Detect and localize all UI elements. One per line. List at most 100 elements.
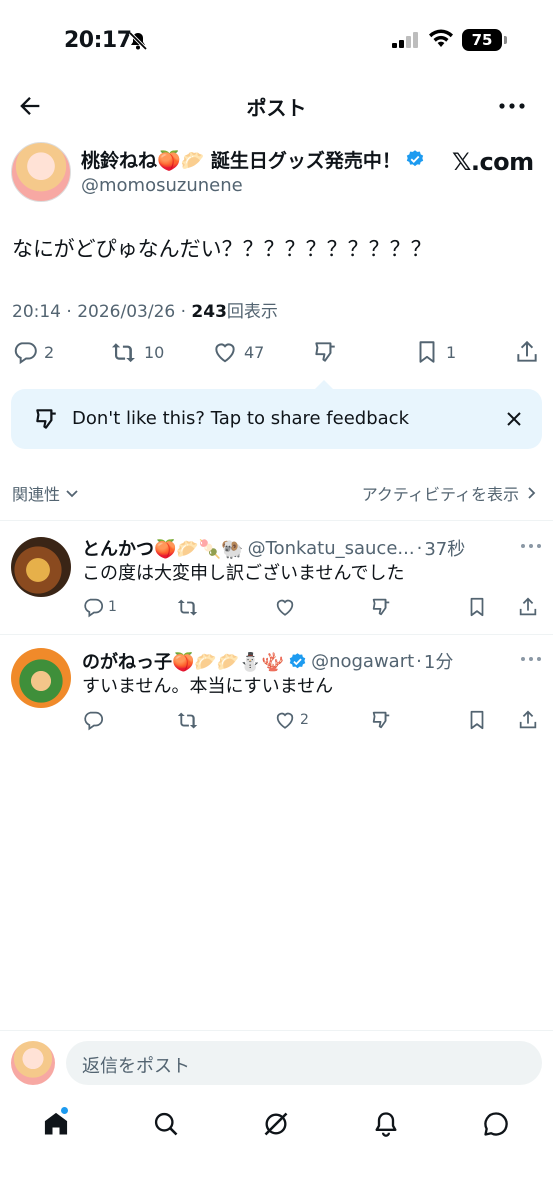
reply-display-name[interactable]: とんかつ🍑🥟🍡🐏 <box>82 535 244 561</box>
silent-mode-icon <box>128 31 148 51</box>
post-date[interactable]: 2026/03/26 <box>77 302 175 322</box>
nav-messages[interactable] <box>482 1110 512 1140</box>
share-icon <box>519 710 537 729</box>
cellular-signal-icon <box>392 32 420 48</box>
grok-icon <box>264 1112 288 1136</box>
bookmark-button[interactable] <box>466 709 488 731</box>
battery-level: 75 <box>462 29 502 51</box>
more-icon <box>499 103 525 109</box>
reply-icon <box>14 342 37 365</box>
more-icon <box>521 657 541 661</box>
nav-grok[interactable] <box>262 1110 292 1140</box>
verified-badge-icon <box>406 150 424 167</box>
activity-label: アクティビティを表示 <box>361 485 519 504</box>
post-time[interactable]: 20:14 <box>12 302 61 322</box>
bookmark-icon <box>470 597 484 617</box>
reply-avatar[interactable] <box>11 648 71 708</box>
sort-label: 関連性 <box>12 485 61 504</box>
repost-button[interactable] <box>176 596 200 618</box>
more-button[interactable] <box>498 96 528 116</box>
share-button[interactable] <box>514 339 540 365</box>
bookmark-button[interactable]: 1 <box>414 339 456 365</box>
repost-button[interactable] <box>176 709 200 731</box>
reply-text: すいません。本当にすいません <box>82 676 334 697</box>
like-button[interactable]: 47 <box>212 339 264 365</box>
repost-icon <box>177 712 198 729</box>
reply-input[interactable]: 返信をポスト <box>66 1041 542 1085</box>
reply-display-name[interactable]: のがねっ子🍑🥟🥟⛄🪸 <box>82 648 284 674</box>
like-count: 2 <box>300 712 309 728</box>
more-icon <box>521 544 541 548</box>
reply-handle[interactable]: @Tonkatu_sauce... <box>248 538 415 559</box>
battery-nub <box>504 36 507 44</box>
like-button[interactable] <box>274 596 296 618</box>
like-icon <box>276 712 294 729</box>
share-button[interactable] <box>517 596 539 618</box>
verified-badge-icon <box>289 652 306 668</box>
dislike-icon <box>372 711 390 729</box>
current-user-avatar <box>11 1041 55 1085</box>
reply-time: 1分 <box>423 652 454 673</box>
repost-icon <box>111 343 135 363</box>
reply-button[interactable] <box>82 709 104 731</box>
post-meta: 20:14 · 2026/03/26 · 243回表示 <box>12 302 278 322</box>
search-icon <box>154 1112 178 1136</box>
chevron-right-icon <box>528 487 536 499</box>
like-icon <box>215 343 235 363</box>
dislike-button[interactable] <box>370 596 392 618</box>
divider <box>0 520 553 521</box>
author-handle[interactable]: @momosuzunene <box>81 175 243 196</box>
feedback-text[interactable]: Don't like this? Tap to share feedback <box>72 408 409 429</box>
messages-icon <box>484 1112 508 1136</box>
view-label: 回表示 <box>226 302 278 322</box>
dislike-icon <box>372 598 390 616</box>
notifications-icon <box>375 1112 397 1137</box>
reply-handle[interactable]: @nogawart <box>311 651 414 672</box>
nav-search[interactable] <box>152 1110 182 1140</box>
reply-avatar[interactable] <box>11 537 71 597</box>
status-time: 20:17 <box>64 28 132 53</box>
divider <box>0 634 553 635</box>
close-icon <box>507 412 521 426</box>
author-name-row[interactable]: 桃鈴ねね🍑🥟 誕生日グッズ発売中！ <box>81 146 425 172</box>
reply-more-button[interactable] <box>520 655 542 663</box>
nav-home[interactable] <box>42 1110 72 1140</box>
sort-dropdown[interactable]: 関連性 <box>12 481 80 505</box>
reply-icon <box>84 711 104 731</box>
reply-button[interactable]: 2 <box>12 339 54 365</box>
bookmark-icon <box>470 710 484 730</box>
reply-count: 1 <box>108 599 117 615</box>
dislike-icon <box>32 406 60 432</box>
dislike-button[interactable] <box>312 339 338 365</box>
repost-icon <box>177 599 198 616</box>
brand-logo: 𝕏.com <box>452 148 534 176</box>
like-button[interactable]: 2 <box>274 709 309 731</box>
reply-text: この度は大変申し訳ございませんでした <box>82 563 405 584</box>
repost-button[interactable]: 10 <box>110 339 164 365</box>
bookmark-count: 1 <box>446 342 457 362</box>
share-icon <box>517 340 537 362</box>
dislike-icon <box>315 342 335 362</box>
nav-notifications[interactable] <box>372 1110 402 1140</box>
reply-button[interactable]: 1 <box>82 596 117 618</box>
view-count: 243 <box>191 302 227 322</box>
share-icon <box>519 597 537 616</box>
close-feedback-button[interactable] <box>504 409 524 429</box>
dislike-button[interactable] <box>370 709 392 731</box>
wifi-icon <box>428 29 454 49</box>
reply-header: のがねっ子🍑🥟🥟⛄🪸 @nogawart · 1分 <box>82 648 508 674</box>
view-activity-link[interactable]: アクティビティを表示 <box>362 481 539 505</box>
reply-more-button[interactable] <box>520 542 542 550</box>
chevron-down-icon <box>66 490 78 498</box>
reply-header: とんかつ🍑🥟🍡🐏 @Tonkatu_sauce... · 37秒 <box>82 535 508 561</box>
bookmark-button[interactable] <box>466 596 488 618</box>
repost-count: 10 <box>144 342 165 362</box>
author-avatar[interactable] <box>11 142 71 202</box>
share-button[interactable] <box>517 709 539 731</box>
reply-count: 2 <box>44 342 55 362</box>
author-display-name[interactable]: 桃鈴ねね🍑🥟 誕生日グッズ発売中！ <box>81 146 401 173</box>
bookmark-icon <box>419 341 435 363</box>
like-icon <box>276 599 294 616</box>
divider <box>0 1030 553 1031</box>
notification-dot <box>60 1106 69 1115</box>
